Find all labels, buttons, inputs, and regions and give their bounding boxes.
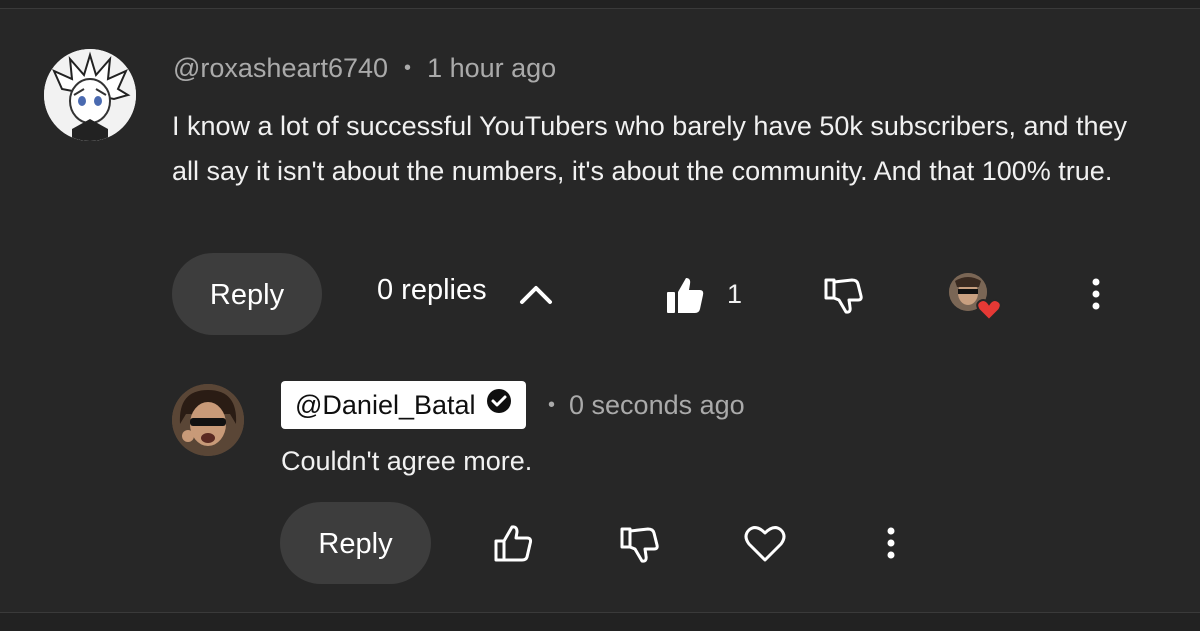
reply-text: Couldn't agree more. [281, 446, 533, 476]
chevron-up-icon[interactable] [518, 276, 554, 317]
thumbs-down-icon[interactable] [822, 274, 864, 321]
thumbs-up-icon[interactable] [492, 523, 534, 570]
comment-author[interactable]: @roxasheart6740 [173, 53, 388, 83]
top-divider [0, 0, 1200, 9]
bottom-divider [0, 612, 1200, 631]
thumbs-down-icon[interactable] [618, 523, 660, 570]
reply-author-chip[interactable]: @Daniel_Batal [281, 381, 526, 429]
reply-meta: • 0 seconds ago [548, 390, 745, 421]
reply-reply-button[interactable]: Reply [280, 502, 431, 584]
replies-toggle[interactable]: 0 replies [377, 274, 487, 307]
like-count: 1 [727, 279, 743, 309]
comment-text: I know a lot of successful YouTubers who… [172, 111, 1128, 186]
comment-meta: @roxasheart6740 • 1 hour ago [173, 53, 556, 84]
thumbs-up-filled-icon[interactable] [664, 274, 706, 321]
commenter-avatar[interactable] [44, 49, 136, 141]
heart-icon[interactable] [743, 524, 787, 569]
separator-dot: • [548, 394, 556, 416]
separator-dot: • [404, 57, 412, 79]
verified-check-icon [486, 381, 512, 429]
comment-time[interactable]: 1 hour ago [427, 53, 556, 83]
reply-author: @Daniel_Batal [295, 390, 476, 420]
reply-avatar[interactable] [172, 384, 244, 456]
reply-button[interactable]: Reply [172, 253, 322, 335]
more-vert-icon[interactable] [1084, 276, 1108, 317]
creator-heart-icon[interactable] [976, 298, 1002, 327]
more-vert-icon[interactable] [879, 525, 903, 566]
reply-time[interactable]: 0 seconds ago [569, 390, 745, 420]
